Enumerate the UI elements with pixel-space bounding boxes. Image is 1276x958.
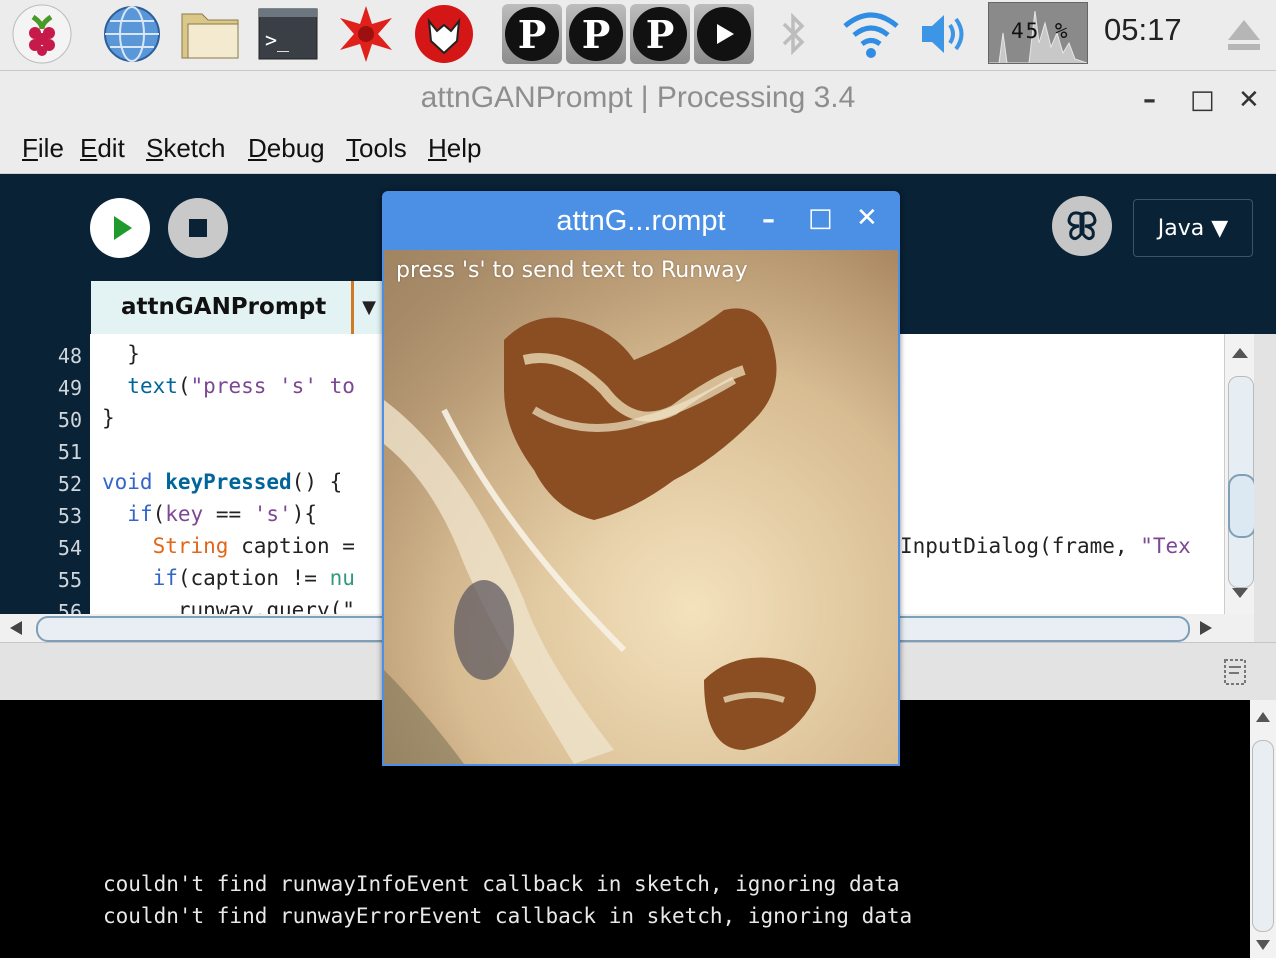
sketch-instruction-text: press 's' to send text to Runway (396, 258, 748, 283)
line-number: 53 (57, 504, 82, 528)
close-button[interactable]: ✕ (1238, 85, 1260, 115)
line-number: 55 (57, 568, 82, 592)
cpu-percent-label: 45 % (1011, 19, 1070, 43)
menu-edit[interactable]: Edit (80, 133, 125, 164)
sketch-maximize-button[interactable]: □ (808, 203, 833, 233)
taskbar: >_ P P P 45 % 05:17 (0, 0, 1276, 71)
line-number: 51 (57, 440, 82, 464)
sketch-close-button[interactable]: ✕ (856, 203, 878, 233)
stop-button[interactable] (168, 198, 228, 258)
butterfly-icon (1067, 211, 1097, 241)
play-icon (697, 7, 751, 61)
wolfram-icon[interactable] (412, 4, 476, 64)
code-line: } (102, 342, 140, 366)
menu-tools[interactable]: Tools (346, 133, 407, 164)
scroll-down-arrow-icon[interactable] (1231, 586, 1249, 600)
wifi-icon[interactable] (840, 4, 902, 64)
editor-vertical-scrollbar[interactable] (1224, 334, 1256, 614)
eject-icon[interactable] (1220, 4, 1268, 64)
code-line: runway.query(" (177, 598, 355, 614)
code-line: if(caption != nu (152, 566, 355, 590)
tab-menu-arrow[interactable]: ▼ (354, 281, 384, 334)
menu-bar: File Edit Sketch Debug Tools Help (0, 129, 1276, 174)
scroll-down-arrow-icon[interactable] (1255, 938, 1271, 952)
line-number: 50 (57, 408, 82, 432)
editor-edge (1254, 334, 1276, 642)
processing-window-button-2[interactable]: P (566, 4, 626, 64)
sketch-minimize-button[interactable]: – (762, 205, 775, 235)
line-number: 49 (57, 376, 82, 400)
window-title: attnGANPrompt | Processing 3.4 (420, 81, 856, 114)
processing-window-button-1[interactable]: P (502, 4, 562, 64)
code-line: } (102, 406, 115, 430)
window-titlebar[interactable]: attnGANPrompt | Processing 3.4 – □ ✕ (0, 71, 1276, 129)
code-line-continuation: InputDialog(frame, "Tex (900, 534, 1191, 558)
menu-file[interactable]: File (22, 133, 64, 164)
processing-window-button-3[interactable]: P (630, 4, 690, 64)
scroll-up-arrow-icon[interactable] (1231, 346, 1249, 360)
scroll-left-arrow-icon[interactable] (8, 620, 24, 636)
menu-debug[interactable]: Debug (248, 133, 325, 164)
scroll-up-arrow-icon[interactable] (1255, 710, 1271, 724)
code-line: String caption = (152, 534, 355, 558)
sketch-window[interactable]: attnG...rompt – □ ✕ press 's' to send te… (382, 191, 900, 766)
web-browser-icon[interactable] (100, 4, 164, 64)
terminal-icon[interactable]: >_ (256, 4, 320, 64)
menu-help[interactable]: Help (428, 133, 481, 164)
line-number: 48 (57, 344, 82, 368)
line-number: 54 (57, 536, 82, 560)
code-line: if(key == 's'){ (127, 502, 317, 526)
svg-text:>_: >_ (265, 28, 290, 52)
generated-image-canvas[interactable]: press 's' to send text to Runway (384, 250, 898, 764)
stop-icon (189, 219, 207, 237)
code-line: void keyPressed() { (102, 470, 343, 494)
debugger-button[interactable] (1052, 196, 1112, 256)
play-icon (114, 216, 132, 240)
menu-sketch[interactable]: Sketch (146, 133, 226, 164)
volume-icon[interactable] (916, 4, 976, 64)
tab-sketch[interactable]: attnGANPrompt (91, 281, 354, 334)
mode-selector[interactable]: Java ▼ (1133, 199, 1253, 257)
clear-console-icon[interactable] (1222, 657, 1250, 687)
processing-icon: P (633, 7, 687, 61)
processing-icon: P (569, 7, 623, 61)
clock[interactable]: 05:17 (1104, 12, 1182, 48)
sketch-window-button[interactable] (694, 4, 754, 64)
line-number: 52 (57, 472, 82, 496)
maximize-button[interactable]: □ (1190, 85, 1215, 115)
bluetooth-icon[interactable] (770, 4, 816, 64)
run-button[interactable] (90, 198, 150, 258)
tab-label: attnGANPrompt (121, 294, 327, 320)
minimize-button[interactable]: – (1143, 85, 1156, 115)
mathematica-icon[interactable] (334, 4, 398, 64)
scrollbar-thumb[interactable] (1228, 474, 1256, 538)
raspberry-menu-icon[interactable] (10, 4, 74, 64)
code-line: text("press 's' to (127, 374, 355, 398)
line-number-gutter: 48 49 50 51 52 53 54 55 56 (0, 334, 90, 624)
scroll-right-arrow-icon[interactable] (1198, 620, 1214, 636)
processing-icon: P (505, 7, 559, 61)
console-scrollbar[interactable] (1250, 700, 1276, 958)
file-manager-icon[interactable] (176, 4, 246, 64)
generated-image (384, 250, 898, 764)
console-line: couldn't find runwayErrorEvent callback … (103, 904, 913, 928)
console-line: couldn't find runwayInfoEvent callback i… (103, 872, 900, 896)
scrollbar-track (1252, 740, 1274, 932)
cpu-monitor[interactable]: 45 % (988, 2, 1088, 64)
